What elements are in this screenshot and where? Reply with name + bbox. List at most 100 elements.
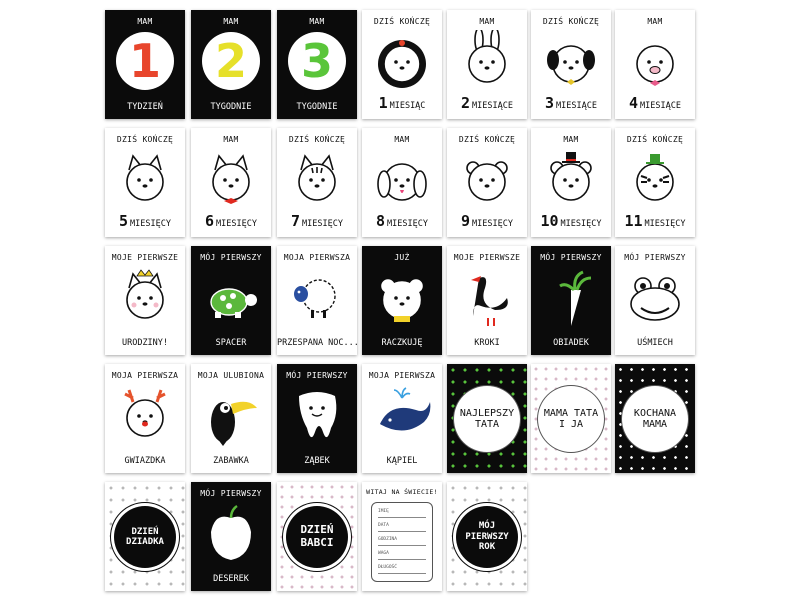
carrot-icon — [541, 266, 601, 330]
bear-icon — [457, 148, 517, 212]
milestone-card: MOJE PIERWSZE URODZINY! — [105, 246, 185, 355]
card-top-label: MAM — [223, 135, 239, 144]
card-caption: MIESIĄCE — [640, 101, 681, 111]
card-top-label: MAM — [394, 135, 410, 144]
milestone-card: DZIEŃ BABCI — [277, 482, 357, 591]
card-caption: MIESIĘCY — [644, 219, 686, 229]
card-caption: MIESIĘCY — [130, 219, 171, 229]
pig-icon — [625, 30, 685, 94]
milestone-card: MAM 8 MIESIĘCY — [362, 128, 442, 237]
milestone-card: DZIŚ KOŃCZĘ 11 MIESIĘCY — [615, 128, 695, 237]
card-bottom-label: ZĄBEK — [277, 456, 357, 466]
card-bottom-label: KĄPIEL — [362, 456, 442, 466]
milestone-card: MAM 4 MIESIĄCE — [615, 10, 695, 119]
tooth-icon — [287, 384, 347, 448]
card-bottom-label: URODZINY! — [105, 338, 185, 348]
card-top-label: MAM — [137, 17, 153, 26]
milestone-number: 4 — [629, 94, 639, 112]
card-top-label: MOJA ULUBIONA — [197, 371, 265, 380]
milestone-card: MÓJ PIERWSZY ZĄBEK — [277, 364, 357, 473]
milestone-number: 11 — [624, 212, 643, 230]
card-bottom-label: SPACER — [191, 338, 271, 348]
milestone-number: 5 — [119, 212, 129, 230]
card-bottom-label: 5 MIESIĘCY — [105, 212, 185, 230]
apple-icon — [201, 502, 261, 566]
card-caption: ZĄBEK — [304, 456, 330, 466]
card-bottom-label: TYGODNIE — [277, 102, 357, 112]
card-top-label: MAM — [647, 17, 663, 26]
card-caption: URODZINY! — [121, 338, 169, 348]
card-caption: PRZESPANA NOC... — [277, 338, 357, 348]
bunny-icon — [457, 27, 517, 94]
card-caption: MIESIĘCY — [560, 219, 602, 229]
striped-cat-icon — [287, 148, 347, 212]
card-bottom-label: 7 MIESIĘCY — [277, 212, 357, 230]
card-bottom-label: PRZESPANA NOC... — [277, 338, 357, 348]
milestone-card: MOJE PIERWSZE KROKI — [447, 246, 527, 355]
milestone-card: MAM 3 TYGODNIE — [277, 10, 357, 119]
milestone-number: 10 — [540, 212, 559, 230]
milestone-card: DZIEŃ DZIADKA — [105, 482, 185, 591]
card-badge: DZIEŃ BABCI — [286, 506, 348, 568]
milestone-card: MÓJ PIERWSZY DESEREK — [191, 482, 271, 591]
milestone-card: KOCHANA MAMA — [615, 364, 695, 473]
card-top-label: MOJA PIERWSZA — [111, 371, 179, 380]
form-field-label: WAGA — [378, 551, 426, 560]
polar-bear-icon — [372, 266, 432, 330]
card-caption: GWIAZDKA — [124, 456, 166, 466]
milestone-card: MAM 10 MIESIĘCY — [531, 128, 611, 237]
card-caption: MIESIĘCY — [472, 219, 513, 229]
milestone-card: DZIŚ KOŃCZĘ 3 MIESIĄCE — [531, 10, 611, 119]
card-bottom-label: 1 MIESIĄC — [362, 94, 442, 112]
milestone-card: MAM 6 MIESIĘCY — [191, 128, 271, 237]
card-top-label: MÓJ PIERWSZY — [286, 371, 348, 380]
milestone-number: 9 — [461, 212, 471, 230]
card-top-label: MOJE PIERWSZE — [111, 253, 179, 262]
card-caption: DESEREK — [213, 574, 249, 584]
cat-icon — [115, 148, 175, 212]
puppy-icon — [372, 148, 432, 212]
milestone-card-grid: MAM 1 TYDZIEŃ MAM 2 TYGODNIE MAM 3 TYGODNIE DZIŚ … — [0, 0, 800, 600]
card-caption: KĄPIEL — [386, 456, 418, 466]
milestone-card: DZIŚ KOŃCZĘ 7 MIESIĘCY — [277, 128, 357, 237]
card-badge: MÓJ PIERWSZY ROK — [456, 506, 518, 568]
milestone-number: 3 — [545, 94, 555, 112]
lion-icon — [372, 30, 432, 94]
milestone-card: DZIŚ KOŃCZĘ 1 MIESIĄC — [362, 10, 442, 119]
milestone-number: 2 — [202, 32, 260, 90]
milestone-card: MOJA PIERWSZA GWIAZDKA — [105, 364, 185, 473]
milestone-card: MAM 1 TYDZIEŃ — [105, 10, 185, 119]
turtle-icon — [201, 266, 261, 330]
card-bottom-label: UŚMIECH — [615, 338, 695, 348]
frog-icon — [625, 266, 685, 330]
crown-cat-icon — [115, 266, 175, 330]
swan-icon — [457, 266, 517, 330]
card-bottom-label: 11 MIESIĘCY — [615, 212, 695, 230]
card-top-label: MÓJ PIERWSZY — [200, 489, 262, 498]
card-badge: KOCHANA MAMA — [624, 388, 686, 450]
milestone-card: MOJA PIERWSZA KĄPIEL — [362, 364, 442, 473]
card-top-label: DZIŚ KOŃCZĘ — [288, 135, 346, 144]
milestone-card: DZIŚ KOŃCZĘ 5 MIESIĘCY — [105, 128, 185, 237]
birth-info-form: IMIĘ DATA GODZINA WAGA DŁUGOŚĆ — [371, 502, 433, 582]
card-bottom-label: 10 MIESIĘCY — [531, 212, 611, 230]
card-caption: MIESIĄCE — [556, 101, 597, 111]
card-top-label: JUŻ — [394, 253, 410, 262]
card-bottom-label: 6 MIESIĘCY — [191, 212, 271, 230]
milestone-card: MÓJ PIERWSZY ROK — [447, 482, 527, 591]
card-caption: MIESIĄCE — [472, 101, 513, 111]
card-top-label: DZIŚ KOŃCZĘ — [542, 17, 600, 26]
milestone-card: MÓJ PIERWSZY UŚMIECH — [615, 246, 695, 355]
card-top-label: MÓJ PIERWSZY — [200, 253, 262, 262]
milestone-card: MOJA ULUBIONA ZABAWKA — [191, 364, 271, 473]
card-bottom-label: 4 MIESIĄCE — [615, 94, 695, 112]
form-field-label: DATA — [378, 523, 426, 532]
card-caption: ZABAWKA — [213, 456, 249, 466]
milestone-card: MAM 2 TYGODNIE — [191, 10, 271, 119]
card-bottom-label: 9 MIESIĘCY — [447, 212, 527, 230]
card-caption: UŚMIECH — [637, 338, 673, 348]
milestone-card: JUŻ RACZKUJĘ — [362, 246, 442, 355]
card-top-label: DZIŚ KOŃCZĘ — [626, 135, 684, 144]
form-field-label: DŁUGOŚĆ — [378, 565, 426, 574]
card-caption: MIESIĘCY — [302, 219, 343, 229]
